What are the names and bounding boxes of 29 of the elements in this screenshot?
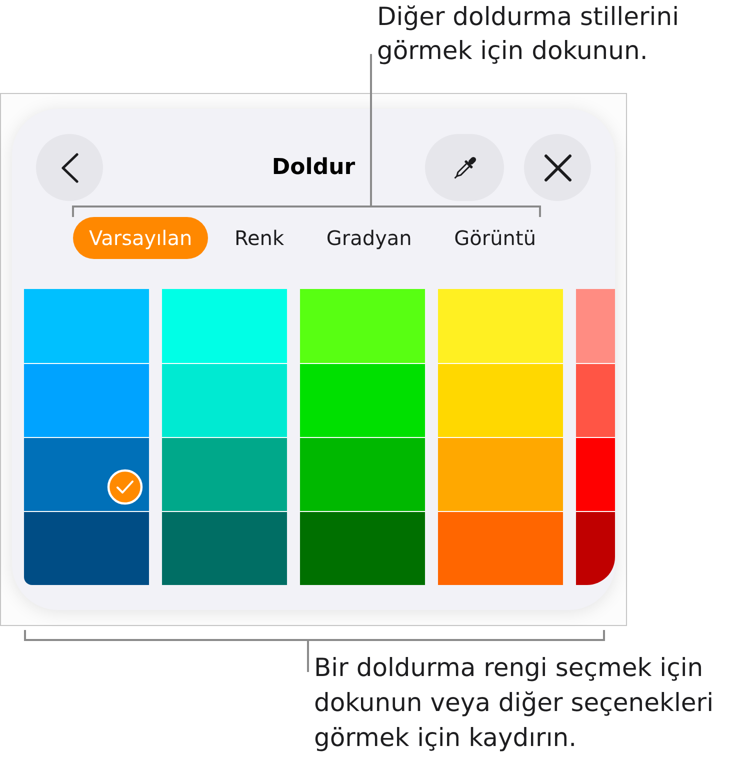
- close-icon: [544, 154, 572, 182]
- checkmark-icon: [107, 469, 143, 505]
- color-swatch[interactable]: [300, 511, 425, 585]
- color-swatch[interactable]: [24, 511, 149, 585]
- color-swatch[interactable]: [300, 437, 425, 511]
- color-swatch[interactable]: [300, 363, 425, 437]
- color-swatch[interactable]: [438, 511, 563, 585]
- color-swatch[interactable]: [24, 289, 149, 363]
- color-swatch[interactable]: [438, 289, 563, 363]
- color-swatch[interactable]: [438, 437, 563, 511]
- callout-text: Diğer doldurma stillerini görmek için dokunun.: [377, 1, 680, 67]
- color-swatch[interactable]: [576, 363, 615, 437]
- color-swatch[interactable]: [24, 363, 149, 437]
- callout-text: Bir doldurma rengi seçmek için dokunun veya diğer seçenekleri görmek için kaydırın.: [314, 652, 715, 754]
- color-swatch[interactable]: [162, 511, 287, 585]
- color-swatch[interactable]: [162, 437, 287, 511]
- color-swatch[interactable]: [438, 363, 563, 437]
- color-swatch[interactable]: [162, 363, 287, 437]
- panel-title: Doldur: [272, 155, 356, 180]
- color-swatch[interactable]: [576, 289, 615, 363]
- color-swatch[interactable]: [300, 289, 425, 363]
- chevron-left-icon: [60, 152, 78, 182]
- tab[interactable]: Renk: [218, 217, 300, 259]
- color-swatch[interactable]: [576, 437, 615, 511]
- color-swatch[interactable]: [576, 511, 615, 585]
- color-swatch[interactable]: [24, 437, 149, 511]
- tab[interactable]: Görüntü: [438, 217, 552, 259]
- tab[interactable]: Gradyan: [310, 217, 428, 259]
- color-swatch[interactable]: [162, 289, 287, 363]
